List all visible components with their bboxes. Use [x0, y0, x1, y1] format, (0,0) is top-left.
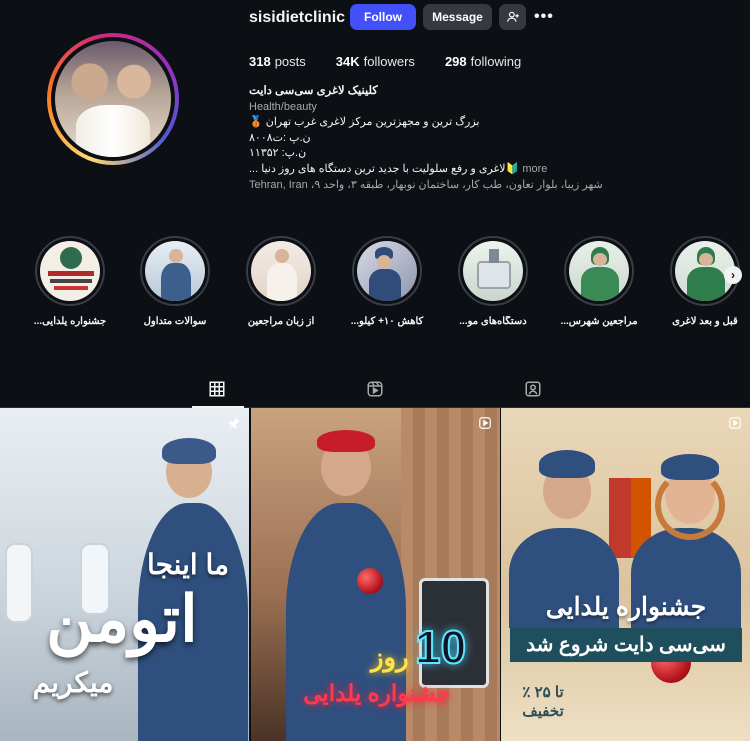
post-caption-overlay: 10 — [414, 620, 467, 674]
followers-stat[interactable]: 34K followers — [336, 54, 415, 69]
bio-more-link[interactable]: more — [522, 163, 547, 175]
reel-icon — [479, 417, 491, 429]
highlight-cover — [357, 241, 417, 301]
highlights-next-button[interactable]: › — [724, 266, 742, 284]
bio-line-4: 🔰لاغری و رفع سلولیت با جدید ترین دستگاه … — [249, 162, 548, 175]
highlight-label: جشنواره یلدایی... — [33, 316, 107, 327]
avatar — [55, 41, 171, 157]
post-caption-overlay: ما اینجا — [147, 549, 229, 580]
post-caption-overlay: اتومن — [46, 583, 198, 655]
highlight-item[interactable]: جشنواره یلدایی... — [17, 236, 123, 327]
highlight-cover — [145, 241, 205, 301]
grid-icon[interactable] — [208, 380, 226, 398]
highlight-item[interactable]: از زبان مراجعین — [228, 236, 334, 327]
highlight-label: کاهش ۱۰+ کیلو... — [350, 316, 424, 327]
profile-avatar-story-ring[interactable] — [47, 33, 179, 165]
follow-button[interactable]: Follow — [350, 4, 416, 30]
posts-stat: 318 posts — [249, 54, 306, 69]
post-caption-overlay: میکریم — [32, 667, 114, 698]
chevron-right-icon: › — [731, 268, 735, 282]
post-caption-overlay: روز — [371, 642, 409, 672]
profile-bio: کلینیک لاغری سی‌سی دایت Health/beauty بز… — [249, 84, 609, 193]
add-person-icon — [506, 11, 519, 22]
bio-line-3: ن.پ: ۱۱۳۵۲ — [249, 147, 307, 160]
story-highlights: جشنواره یلدایی... سوالات متداول از زبان … — [0, 236, 750, 336]
highlight-item[interactable]: کاهش ۱۰+ کیلو... — [334, 236, 440, 327]
highlight-cover — [251, 241, 311, 301]
profile-stats: 318 posts 34K followers 298 following — [249, 54, 521, 69]
bio-line-2: ن.پ :ت۸۰۰۸ — [249, 131, 311, 144]
highlight-item[interactable]: دستگاه‌های مو... — [440, 236, 546, 327]
suggested-users-button[interactable] — [499, 4, 526, 30]
highlight-label: از زبان مراجعین — [247, 316, 315, 327]
post-caption-overlay: جشنواره یلدایی — [545, 593, 707, 621]
profile-category: Health/beauty — [249, 100, 317, 113]
pin-icon — [228, 417, 240, 429]
following-stat[interactable]: 298 following — [445, 54, 521, 69]
highlight-cover — [40, 241, 100, 301]
profile-display-name: کلینیک لاغری سی‌سی دایت — [249, 85, 378, 97]
post-caption-overlay: سی‌سی دایت شروع شد — [510, 628, 742, 662]
highlight-label: مراجعین شهرس... — [560, 316, 638, 327]
highlight-item[interactable]: سوالات متداول — [122, 236, 228, 327]
username: sisidietclinic — [249, 9, 346, 26]
profile-page: sisidietclinic Follow Message ••• 318 pos… — [0, 0, 750, 741]
highlight-item[interactable]: مراجعین شهرس... — [546, 236, 652, 327]
message-button[interactable]: Message — [423, 4, 492, 30]
highlight-cover — [569, 241, 629, 301]
highlight-label: سوالات متداول — [143, 316, 207, 327]
post-discount-overlay: تا ۲۵ ٪ تخفیف — [522, 684, 564, 720]
post-caption-overlay: جشنواره یلدایی — [303, 680, 451, 706]
reel-icon — [729, 417, 741, 429]
bio-line-1: بزرگ ترین و مجهزترین مرکز لاغری غرب تهرا… — [249, 116, 480, 129]
profile-address[interactable]: شهر زیبا، بلوار تعاون، طب کار، ساختمان ن… — [249, 178, 609, 194]
tagged-icon[interactable] — [524, 380, 542, 398]
highlight-cover — [463, 241, 523, 301]
more-dots-icon[interactable]: ••• — [534, 8, 554, 26]
highlight-label: قبل و بعد لاغری — [672, 316, 738, 327]
reels-icon[interactable] — [366, 380, 384, 398]
highlight-label: دستگاه‌های مو... — [459, 316, 527, 327]
